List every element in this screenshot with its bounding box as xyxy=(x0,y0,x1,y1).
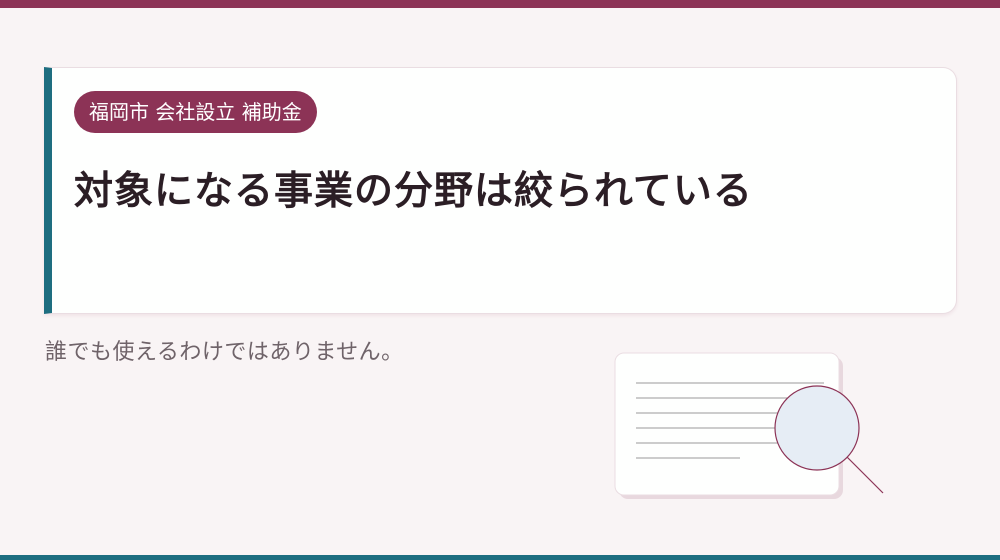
top-accent-bar xyxy=(0,0,1000,8)
slide-subtext: 誰でも使えるわけではありません。 xyxy=(45,340,404,365)
magnifier-handle xyxy=(846,456,884,494)
topic-tag: 福岡市 会社設立 補助金 xyxy=(74,91,317,133)
bottom-accent-bar xyxy=(0,555,1000,560)
document-magnifier-icon xyxy=(612,350,892,500)
headline-card: 福岡市 会社設立 補助金 対象になる事業の分野は絞られている xyxy=(44,67,957,314)
slide-title: 対象になる事業の分野は絞られている xyxy=(74,169,753,214)
magnifier-lens xyxy=(774,385,860,471)
